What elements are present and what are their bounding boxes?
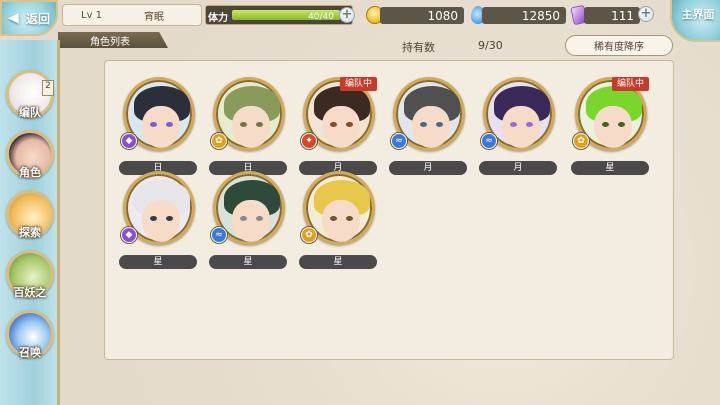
character-list-tab[interactable]: 角色列表 xyxy=(58,32,168,48)
stamina-label: 体力 xyxy=(208,13,228,24)
nav-item-summon[interactable]: 召唤 xyxy=(4,310,56,368)
character-card[interactable]: ≈ 星 xyxy=(209,171,287,271)
attribute-icon: ≈ xyxy=(481,133,497,149)
nav-label: 百妖之 xyxy=(13,286,47,299)
owned-count-label: 持有数 xyxy=(402,41,435,54)
character-card[interactable]: ✿ 星 xyxy=(299,171,377,271)
tag-plate: 星 xyxy=(209,255,287,269)
face xyxy=(502,106,540,148)
face xyxy=(232,200,270,242)
player-level: Lv 1 xyxy=(81,9,103,21)
attribute-icon: ≈ xyxy=(391,133,407,149)
tag-plate: 星 xyxy=(571,161,649,175)
player-name: 宵眠 xyxy=(144,11,165,23)
attribute-icon: ≈ xyxy=(211,227,227,243)
tag-plate: 月 xyxy=(389,161,467,175)
face xyxy=(322,200,360,242)
nav-label: 角色 xyxy=(19,166,41,179)
eye xyxy=(526,122,533,127)
attribute-icon: ✿ xyxy=(301,227,317,243)
eye xyxy=(618,122,625,127)
attribute-icon: ◆ xyxy=(121,227,137,243)
eye xyxy=(150,216,157,221)
back-label: 返回 xyxy=(25,11,50,26)
attribute-icon: ✿ xyxy=(573,133,589,149)
face xyxy=(142,106,180,148)
add-stamina-button[interactable]: + xyxy=(339,7,355,23)
attribute-icon: ◆ xyxy=(121,133,137,149)
eye xyxy=(602,122,609,127)
nav-item-characters[interactable]: 角色 xyxy=(4,130,56,188)
face xyxy=(142,200,180,242)
face xyxy=(232,106,270,148)
nav-label: 编队 xyxy=(19,106,41,119)
side-nav: 2 编队 角色 探索 百妖之 召唤 xyxy=(0,40,60,405)
eye xyxy=(166,122,173,127)
eye xyxy=(240,216,247,221)
eye xyxy=(150,122,157,127)
jade-amount: 12850 xyxy=(482,7,566,24)
character-card[interactable]: 编队中 ✿ 星 xyxy=(571,77,649,177)
character-card[interactable]: ≈ 月 xyxy=(479,77,557,177)
attribute-icon: ✿ xyxy=(211,133,227,149)
nav-label: 探索 xyxy=(19,226,41,239)
in-team-badge: 编队中 xyxy=(339,77,377,91)
character-card[interactable]: ◆ 星 xyxy=(119,171,197,271)
eye xyxy=(256,122,263,127)
gold-amount: 1080 xyxy=(380,7,464,24)
face xyxy=(322,106,360,148)
eye xyxy=(240,122,247,127)
nav-item-yokai[interactable]: 百妖之 xyxy=(4,250,56,308)
face xyxy=(594,106,632,148)
eye xyxy=(330,122,337,127)
character-list-panel: ◆ 日 ✿ 日 编队中 ✦ 月 ≈ 月 ≈ 月 编队中 ✿ 星 ◆ 星 ≈ 星 … xyxy=(104,60,674,360)
character-card[interactable]: 编队中 ✦ 月 xyxy=(299,77,377,177)
tag-plate: 星 xyxy=(299,255,377,269)
nav-item-explore[interactable]: 探索 xyxy=(4,190,56,248)
tag-plate: 月 xyxy=(479,161,557,175)
eye xyxy=(346,216,353,221)
back-arrow-icon: ◀ xyxy=(8,10,19,26)
owned-count-value: 9/30 xyxy=(478,39,503,52)
eye xyxy=(436,122,443,127)
eye xyxy=(510,122,517,127)
back-button[interactable]: ◀ 返回 xyxy=(0,0,58,36)
eye xyxy=(166,216,173,221)
character-card[interactable]: ✿ 日 xyxy=(209,77,287,177)
ticket-amount: 111 xyxy=(584,7,640,24)
player-info: Lv 1 宵眠 xyxy=(62,4,202,26)
nav-item-team[interactable]: 2 编队 xyxy=(4,70,56,128)
sort-rarity-desc-button[interactable]: 稀有度降序 xyxy=(565,35,673,56)
attribute-icon: ✦ xyxy=(301,133,317,149)
character-card[interactable]: ◆ 日 xyxy=(119,77,197,177)
tag-plate: 星 xyxy=(119,255,197,269)
add-ticket-button[interactable]: + xyxy=(638,6,654,22)
stamina-meter: 体力 40/40 xyxy=(205,5,353,25)
team-count-badge: 2 xyxy=(42,80,54,96)
eye xyxy=(346,122,353,127)
in-team-badge: 编队中 xyxy=(611,77,649,91)
eye xyxy=(330,216,337,221)
eye xyxy=(256,216,263,221)
stamina-value: 40/40 xyxy=(308,12,334,22)
eye xyxy=(420,122,427,127)
character-card[interactable]: ≈ 月 xyxy=(389,77,467,177)
face xyxy=(412,106,450,148)
nav-label: 召唤 xyxy=(19,346,41,359)
